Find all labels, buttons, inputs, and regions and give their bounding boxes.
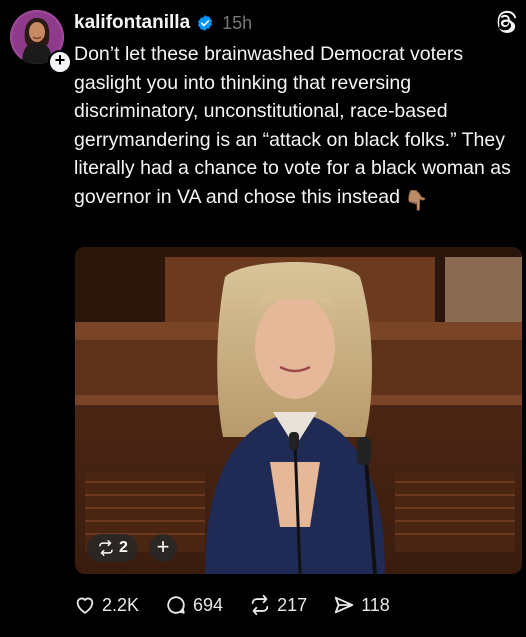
post-image[interactable]: 2 + (75, 247, 522, 574)
follow-plus-icon[interactable]: + (48, 50, 72, 74)
repost-count-chip[interactable]: 2 (87, 534, 138, 562)
reply-button[interactable]: 694 (165, 594, 223, 616)
action-bar: 2.2K 694 217 118 (74, 592, 416, 618)
post-header: kalifontanilla 15h (74, 9, 252, 37)
share-count: 118 (361, 594, 390, 615)
send-icon (334, 596, 354, 614)
avatar-container[interactable]: + (10, 10, 72, 74)
share-button[interactable]: 118 (333, 594, 390, 616)
post-timestamp: 15h (222, 12, 253, 33)
username[interactable]: kalifontanilla (74, 12, 190, 34)
heart-icon (76, 597, 94, 614)
repost-button[interactable]: 217 (249, 594, 307, 616)
post-text: Don’t let these brainwashed Democrat vot… (74, 40, 520, 215)
post-body: Don’t let these brainwashed Democrat vot… (74, 43, 517, 208)
comment-icon (167, 596, 185, 614)
reply-count: 694 (193, 594, 224, 615)
like-button[interactable]: 2.2K (74, 594, 139, 616)
verified-badge-icon (198, 15, 213, 31)
woman-at-podium-photo (75, 247, 522, 574)
add-button[interactable]: + (149, 534, 177, 562)
like-count: 2.2K (102, 594, 140, 615)
repost-count: 217 (277, 594, 308, 615)
threads-logo-icon[interactable] (492, 8, 518, 34)
repost-icon (251, 594, 269, 616)
repost-icon (99, 540, 113, 556)
pointing-down-emoji: 👇🏽 (403, 189, 429, 212)
repost-chip-count: 2 (119, 539, 128, 556)
